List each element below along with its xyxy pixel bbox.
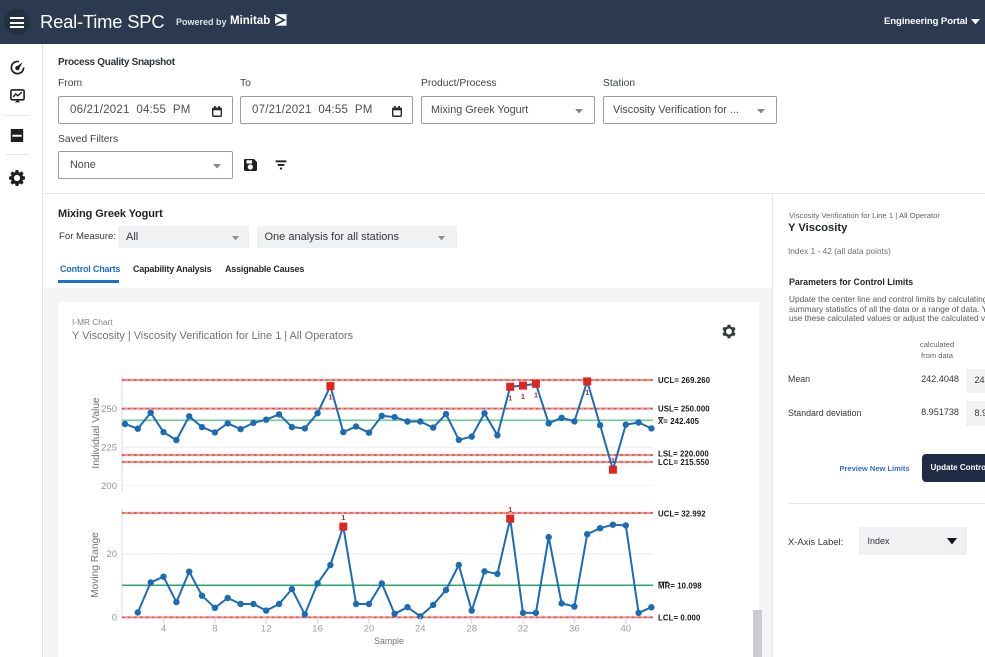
svg-text:Sample: Sample xyxy=(374,636,404,646)
svg-text:1: 1 xyxy=(534,390,538,399)
svg-text:USL= 250.000: USL= 250.000 xyxy=(658,404,710,413)
svg-text:1: 1 xyxy=(585,388,589,397)
svg-text:Individual Value: Individual Value xyxy=(91,397,102,469)
svg-text:200: 200 xyxy=(101,481,117,492)
svg-text:1: 1 xyxy=(508,505,512,514)
svg-text:16: 16 xyxy=(312,624,323,635)
svg-text:225: 225 xyxy=(101,443,117,454)
svg-text:28: 28 xyxy=(466,624,477,635)
svg-text:36: 36 xyxy=(569,624,580,635)
svg-text:Moving Range: Moving Range xyxy=(90,532,101,598)
svg-text:LCL= 215.550: LCL= 215.550 xyxy=(658,458,710,467)
svg-text:4: 4 xyxy=(161,624,166,635)
svg-text:24: 24 xyxy=(415,624,426,635)
svg-text:UCL= 269.260: UCL= 269.260 xyxy=(658,376,711,385)
svg-text:0: 0 xyxy=(112,613,117,624)
svg-text:40: 40 xyxy=(621,624,632,635)
svg-text:1: 1 xyxy=(508,393,512,402)
svg-text:250: 250 xyxy=(101,404,117,415)
svg-text:LCL= 0.000: LCL= 0.000 xyxy=(658,614,701,623)
svg-text:X= 242.405: X= 242.405 xyxy=(658,417,700,426)
svg-text:32: 32 xyxy=(518,624,529,635)
svg-text:12: 12 xyxy=(261,624,272,635)
svg-text:MR= 10.098: MR= 10.098 xyxy=(658,582,702,591)
svg-text:1: 1 xyxy=(611,456,615,465)
svg-text:1: 1 xyxy=(521,392,525,401)
svg-text:1: 1 xyxy=(341,513,345,522)
svg-text:1: 1 xyxy=(328,393,332,402)
svg-text:8: 8 xyxy=(212,624,217,635)
svg-text:UCL= 32.992: UCL= 32.992 xyxy=(658,509,706,518)
svg-text:20: 20 xyxy=(364,624,375,635)
svg-text:20: 20 xyxy=(106,549,117,560)
